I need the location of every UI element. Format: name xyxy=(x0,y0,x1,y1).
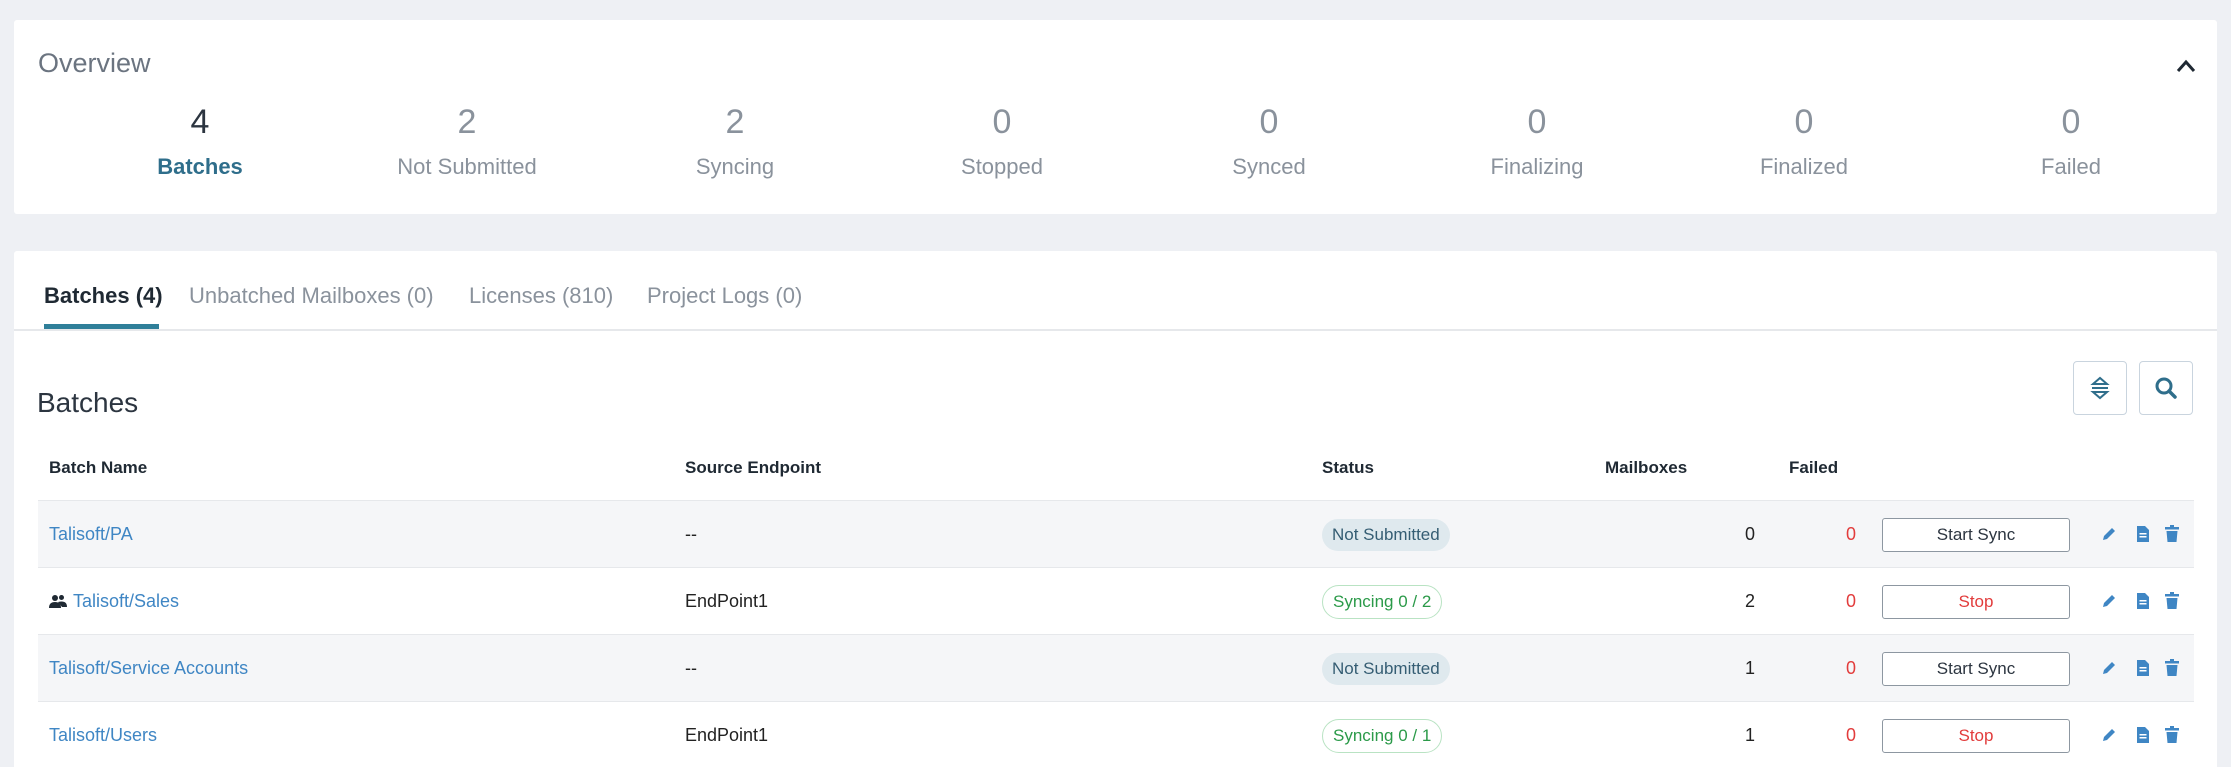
search-button[interactable] xyxy=(2139,361,2193,415)
stat-stopped[interactable]: 0 Stopped xyxy=(882,100,1122,180)
trash-icon[interactable] xyxy=(2161,590,2183,612)
stop-button[interactable]: Stop xyxy=(1882,584,2070,619)
stat-value: 0 xyxy=(2061,103,2081,141)
tab-batches[interactable]: Batches (4) xyxy=(44,283,163,309)
sort-button[interactable] xyxy=(2073,361,2127,415)
batch-name-link[interactable]: Talisoft/Users xyxy=(49,725,157,746)
stat-value: 4 xyxy=(190,103,210,141)
table-row: Talisoft/Service Accounts -- Not Submitt… xyxy=(38,635,2194,702)
edit-icon[interactable] xyxy=(2098,523,2120,545)
batch-name-link[interactable]: Talisoft/Sales xyxy=(73,591,179,612)
stat-label: Failed xyxy=(2041,154,2101,179)
trash-icon[interactable] xyxy=(2161,724,2183,746)
failed-count: 0 xyxy=(1845,591,1856,611)
batch-name-link[interactable]: Talisoft/Service Accounts xyxy=(49,658,248,679)
tab-bar: Batches (4) Unbatched Mailboxes (0) Lice… xyxy=(14,251,2217,331)
mailboxes-count: 0 xyxy=(1744,524,1755,544)
failed-count: 0 xyxy=(1845,524,1856,544)
table-row: Talisoft/Sales EndPoint1 Syncing 0 / 2 2… xyxy=(38,568,2194,635)
stat-synced[interactable]: 0 Synced xyxy=(1149,100,1389,180)
source-endpoint: EndPoint1 xyxy=(685,591,769,611)
column-header-status[interactable]: Status xyxy=(1322,458,1374,478)
trash-icon[interactable] xyxy=(2161,657,2183,679)
stat-value: 2 xyxy=(725,103,745,141)
source-endpoint: EndPoint1 xyxy=(685,725,769,745)
mailboxes-count: 2 xyxy=(1744,591,1755,611)
failed-count: 0 xyxy=(1845,725,1856,745)
table-row: Talisoft/Users EndPoint1 Syncing 0 / 1 1… xyxy=(38,702,2194,767)
column-header-mailboxes[interactable]: Mailboxes xyxy=(1605,458,1687,478)
collapse-button[interactable] xyxy=(2172,52,2200,80)
tab-project-logs[interactable]: Project Logs (0) xyxy=(647,283,802,309)
status-badge: Not Submitted xyxy=(1322,518,1450,551)
stat-finalized[interactable]: 0 Finalized xyxy=(1684,100,1924,180)
overview-title: Overview xyxy=(38,48,151,78)
start-sync-button[interactable]: Start Sync xyxy=(1882,651,2070,686)
edit-icon[interactable] xyxy=(2098,590,2120,612)
stat-syncing[interactable]: 2 Syncing xyxy=(615,100,855,180)
stop-button[interactable]: Stop xyxy=(1882,718,2070,753)
status-badge: Not Submitted xyxy=(1322,652,1450,685)
stat-batches[interactable]: 4 Batches xyxy=(80,100,320,180)
stat-failed[interactable]: 0 Failed xyxy=(1951,100,2191,180)
group-icon xyxy=(49,594,67,610)
chevron-up-icon xyxy=(2176,59,2196,72)
sort-icon xyxy=(2090,376,2110,400)
source-endpoint: -- xyxy=(685,524,697,544)
mailboxes-count: 1 xyxy=(1744,658,1755,678)
stat-label: Syncing xyxy=(695,154,775,179)
status-badge: Syncing 0 / 2 xyxy=(1322,584,1443,619)
stat-value: 0 xyxy=(1259,103,1279,141)
column-header-batch-name[interactable]: Batch Name xyxy=(49,458,147,478)
stat-value: 0 xyxy=(1527,103,1547,141)
edit-icon[interactable] xyxy=(2098,657,2120,679)
edit-icon[interactable] xyxy=(2098,724,2120,746)
stat-label: Stopped xyxy=(961,154,1043,179)
batch-name-link[interactable]: Talisoft/PA xyxy=(49,524,133,545)
stat-value: 0 xyxy=(992,103,1012,141)
active-tab-indicator xyxy=(44,324,159,329)
stat-value: 0 xyxy=(1794,103,1814,141)
document-icon[interactable] xyxy=(2132,523,2154,545)
document-icon[interactable] xyxy=(2132,724,2154,746)
tab-licenses[interactable]: Licenses (810) xyxy=(469,283,613,309)
stat-label: Batches xyxy=(157,154,243,179)
batches-card: Batches (4) Unbatched Mailboxes (0) Lice… xyxy=(14,251,2217,767)
trash-icon[interactable] xyxy=(2161,523,2183,545)
document-icon[interactable] xyxy=(2132,657,2154,679)
tab-unbatched-mailboxes[interactable]: Unbatched Mailboxes (0) xyxy=(189,283,434,309)
overview-card: Overview 4 Batches 2 Not Submitted 2 Syn… xyxy=(14,20,2217,214)
status-badge: Syncing 0 / 1 xyxy=(1322,718,1443,753)
column-header-source-endpoint[interactable]: Source Endpoint xyxy=(685,458,821,478)
section-title: Batches xyxy=(37,387,139,418)
stat-label: Finalized xyxy=(1759,154,1849,179)
search-icon xyxy=(2155,377,2177,399)
table-row: Talisoft/PA -- Not Submitted 0 0 Start S… xyxy=(38,501,2194,568)
stat-label: Finalizing xyxy=(1490,154,1584,179)
start-sync-button[interactable]: Start Sync xyxy=(1882,517,2070,552)
source-endpoint: -- xyxy=(685,658,697,678)
mailboxes-count: 1 xyxy=(1744,725,1755,745)
stat-finalizing[interactable]: 0 Finalizing xyxy=(1417,100,1657,180)
document-icon[interactable] xyxy=(2132,590,2154,612)
stat-label: Synced xyxy=(1232,154,1306,179)
stat-value: 2 xyxy=(457,103,477,141)
column-header-failed[interactable]: Failed xyxy=(1789,458,1838,478)
stat-not-submitted[interactable]: 2 Not Submitted xyxy=(347,100,587,180)
stat-label: Not Submitted xyxy=(397,154,537,179)
failed-count: 0 xyxy=(1845,658,1856,678)
